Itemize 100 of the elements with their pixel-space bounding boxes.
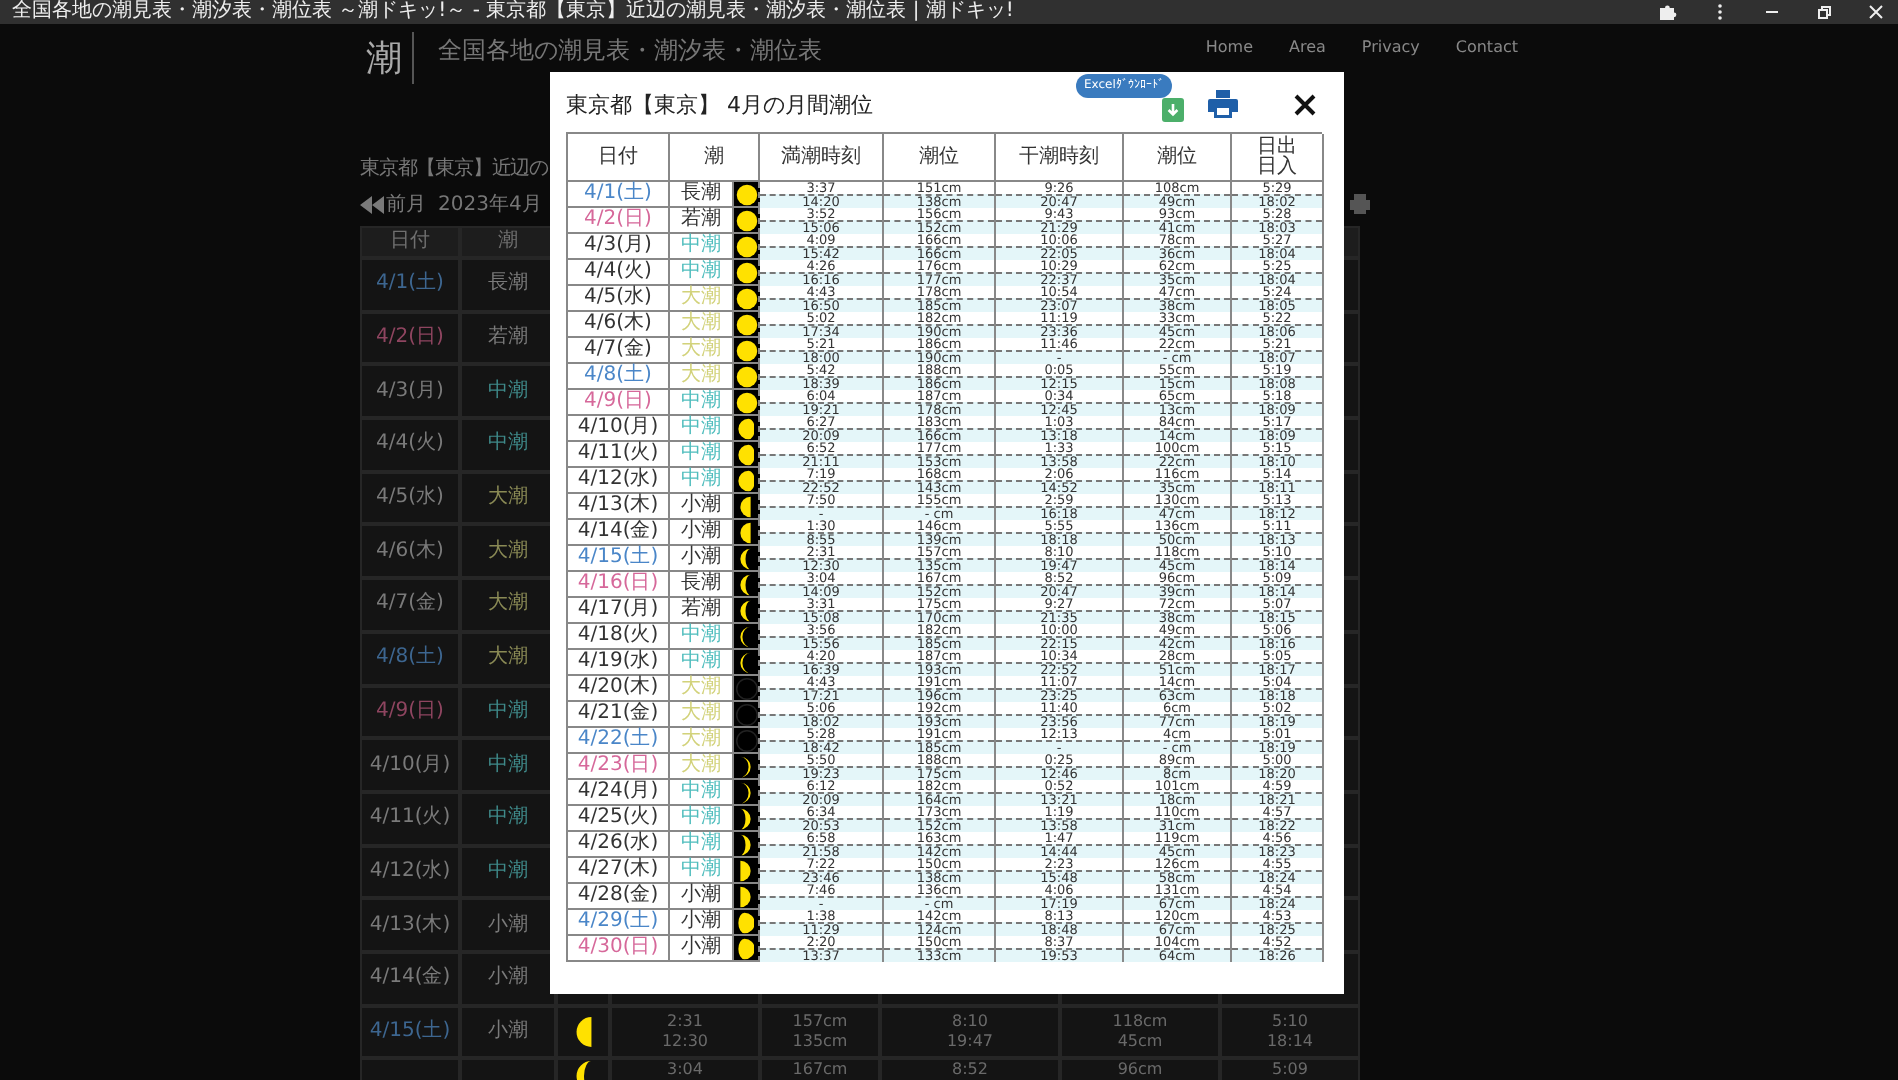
low-tide-time: 8:52 (952, 1060, 988, 1080)
date-cell: 4/7(金) (376, 592, 444, 617)
nav-link[interactable]: Home (1205, 38, 1253, 56)
date-cell: 4/4(火) (584, 260, 652, 284)
date-cell: 4/12(水) (369, 859, 451, 884)
moon-phase-icon (740, 755, 752, 777)
moon-phase-icon (737, 937, 755, 959)
date-cell: 4/14(金) (577, 520, 659, 544)
column-header: 日出 (1257, 137, 1297, 157)
date-cell: 4/8(土) (376, 646, 444, 671)
date-cell: 4/18(火) (577, 624, 659, 648)
tide-type: 中潮 (681, 468, 721, 492)
column-header: 日入 (1257, 157, 1297, 177)
tide-type: 中潮 (681, 832, 721, 856)
tide-level: 167cm (792, 1060, 848, 1080)
moon-phase-icon (740, 859, 752, 881)
moon-phase-icon (740, 781, 752, 803)
date-cell: 4/21(金) (577, 702, 659, 726)
date-cell: 4/24(月) (577, 780, 659, 804)
tide-type: 小潮 (681, 884, 721, 908)
tide-level: 157cm (792, 1011, 848, 1032)
date-cell: 4/8(土) (584, 364, 652, 388)
tide-type: 若潮 (681, 598, 721, 622)
tide-type: 中潮 (681, 260, 721, 284)
nav-link[interactable]: Contact (1455, 38, 1518, 56)
moon-phase-icon (740, 833, 752, 855)
tide-type: 大潮 (488, 592, 528, 617)
moon-phase-icon (740, 599, 752, 621)
tide-level: 96cm (1117, 1060, 1163, 1080)
tide-type: 大潮 (488, 486, 528, 511)
tide-type: 中潮 (488, 859, 528, 884)
date-cell: 4/3(月) (376, 379, 444, 404)
date-cell: 4/15(土) (369, 1019, 451, 1044)
date-cell: 4/27(木) (577, 858, 659, 882)
tide-type: 大潮 (681, 338, 721, 362)
date-cell: 4/23(日) (577, 754, 659, 778)
tide-level: 118cm (1112, 1011, 1168, 1032)
tide-type: 大潮 (488, 646, 528, 671)
tide-type: 大潮 (681, 364, 721, 388)
double-arrow-icon (360, 195, 384, 213)
date-cell: 4/11(火) (577, 442, 659, 466)
tide-type: 中潮 (488, 699, 528, 724)
tide-type: 長潮 (681, 572, 721, 596)
moon-phase-icon (740, 885, 752, 907)
moon-phase-icon (737, 417, 755, 439)
date-cell: 4/1(土) (376, 272, 444, 297)
date-cell: 4/29(土) (577, 910, 659, 934)
tide-type: 小潮 (681, 494, 721, 518)
dialog-title: 東京都【東京】 4月の月間潮位 (566, 89, 873, 119)
date-cell: 4/4(火) (376, 432, 444, 457)
tide-type: 中潮 (681, 416, 721, 440)
low-tide-time: 19:47 (946, 1031, 994, 1052)
tide-type: 中潮 (488, 806, 528, 831)
puzzle-icon[interactable] (1658, 2, 1678, 22)
column-header: 日付 (598, 147, 638, 167)
nav-link[interactable]: Area (1288, 38, 1326, 56)
tide-type: 若潮 (681, 208, 721, 232)
date-cell: 4/12(水) (577, 468, 659, 492)
date-cell: 4/26(水) (577, 832, 659, 856)
restore-icon[interactable] (1814, 2, 1834, 22)
site-title: 全国各地の潮見表・潮汐表・潮位表 (438, 34, 822, 64)
tide-type: 小潮 (681, 520, 721, 544)
tide-type: 小潮 (488, 966, 528, 991)
moon-phase-icon (740, 495, 752, 517)
date-cell: 4/1(土) (584, 182, 652, 206)
moon-phase-icon (740, 807, 752, 829)
date-cell: 4/28(金) (577, 884, 659, 908)
date-cell: 4/17(月) (577, 598, 659, 622)
date-cell: 4/5(水) (584, 286, 652, 310)
tide-type: 中潮 (681, 858, 721, 882)
date-cell: 4/25(火) (577, 806, 659, 830)
tide-type: 大潮 (488, 539, 528, 564)
tide-type: 大潮 (681, 728, 721, 752)
moon-phase-icon (737, 911, 755, 933)
nav-link[interactable]: Privacy (1361, 38, 1420, 56)
high-tide-time: 12:30 (661, 1031, 709, 1052)
page-heading: 東京都【東京】近辺の (360, 156, 549, 184)
tide-type: 小潮 (681, 936, 721, 960)
download-icon[interactable] (1162, 98, 1184, 122)
sun-time: 5:09 (1272, 1060, 1308, 1080)
date-cell: 4/9(日) (376, 699, 444, 724)
date-cell: 4/10(月) (369, 753, 451, 778)
date-cell: 4/10(月) (577, 416, 659, 440)
tide-type: 小潮 (681, 910, 721, 934)
tide-type: 小潮 (681, 546, 721, 570)
tide-type: 中潮 (681, 806, 721, 830)
date-cell: 4/7(金) (584, 338, 652, 362)
high-tide-time: 3:04 (667, 1060, 703, 1080)
date-cell: 4/13(木) (369, 913, 451, 938)
site-logo[interactable]: 潮 (366, 32, 414, 84)
month-label: 2023年4月 (438, 192, 542, 218)
tide-level: 135cm (792, 1031, 848, 1052)
moon-phase-icon (737, 443, 755, 465)
close-icon[interactable] (1294, 93, 1316, 115)
tide-type: 中潮 (681, 650, 721, 674)
tide-type: 小潮 (488, 913, 528, 938)
tide-type: 長潮 (488, 272, 528, 297)
prev-month-link[interactable]: 前月 (360, 190, 426, 218)
moon-phase-icon (740, 521, 752, 543)
date-cell: 4/22(土) (577, 728, 659, 752)
